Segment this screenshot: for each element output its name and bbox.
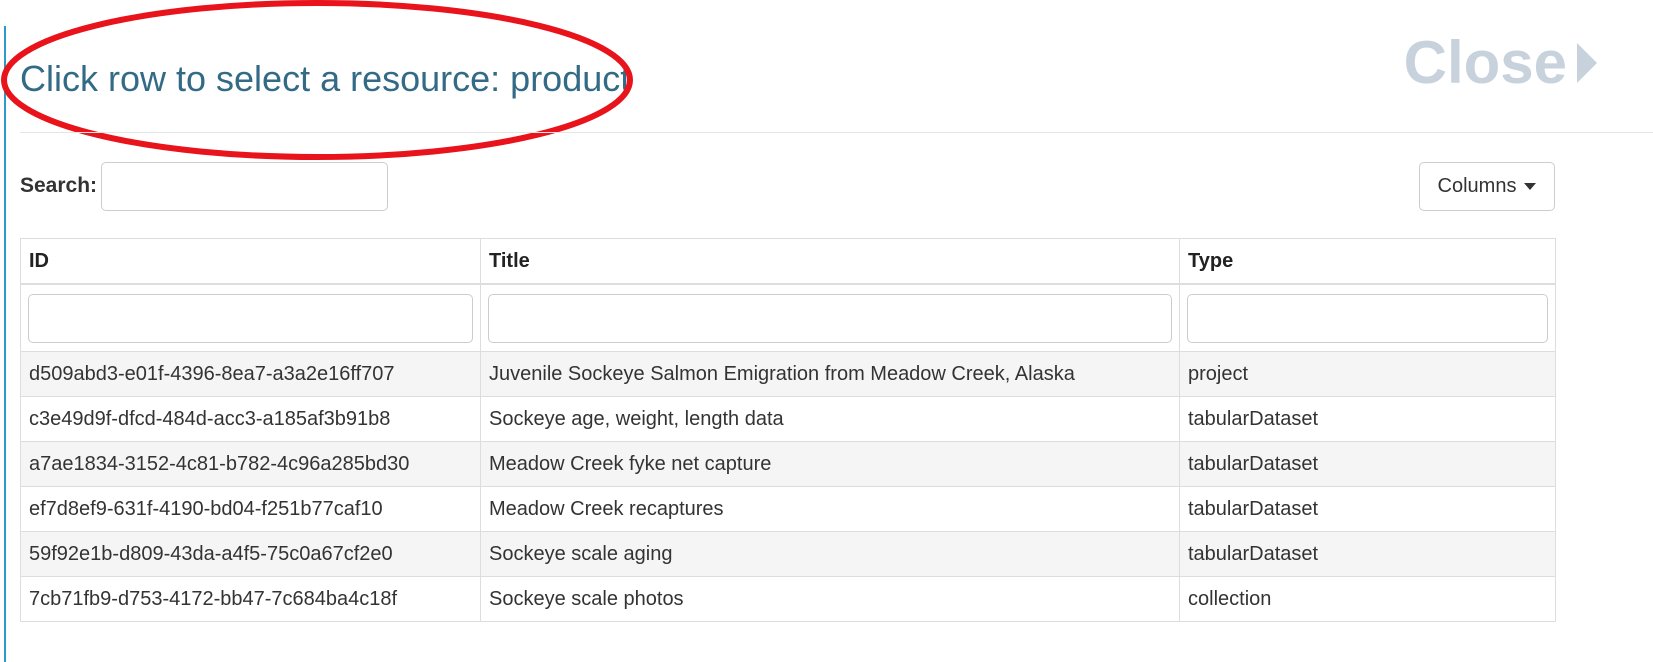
table-row[interactable]: c3e49d9f-dfcd-484d-acc3-a185af3b91b8 Soc… [20,396,1556,442]
filter-input-id[interactable] [28,293,473,343]
row-type-cell: tabularDataset [1179,396,1556,442]
row-type-cell: tabularDataset [1179,531,1556,577]
row-id-cell: d509abd3-e01f-4396-8ea7-a3a2e16ff707 [20,351,481,397]
row-id-cell: c3e49d9f-dfcd-484d-acc3-a185af3b91b8 [20,396,481,442]
filter-cell-id [20,283,481,352]
search-input[interactable] [101,162,388,211]
filter-input-title[interactable] [488,293,1172,343]
table-row[interactable]: 59f92e1b-d809-43da-a4f5-75c0a67cf2e0 Soc… [20,531,1556,577]
column-header-type[interactable]: Type [1179,238,1556,285]
row-type-cell: project [1179,351,1556,397]
table-filter-row [20,283,1556,352]
columns-button[interactable]: Columns [1419,162,1555,211]
row-title-cell: Sockeye scale aging [480,531,1180,577]
table-row[interactable]: d509abd3-e01f-4396-8ea7-a3a2e16ff707 Juv… [20,351,1556,397]
search-label: Search: [20,174,98,197]
row-id-cell: 59f92e1b-d809-43da-a4f5-75c0a67cf2e0 [20,531,481,577]
row-type-cell: collection [1179,576,1556,622]
caret-down-icon [1524,183,1537,190]
row-id-cell: 7cb71fb9-d753-4172-bb47-7c684ba4c18f [20,576,481,622]
row-title-cell: Sockeye age, weight, length data [480,396,1180,442]
row-title-cell: Meadow Creek fyke net capture [480,441,1180,487]
row-type-cell: tabularDataset [1179,486,1556,532]
resource-picker-modal: Click row to select a resource: product … [0,0,1653,662]
filter-cell-type [1179,283,1556,352]
filter-input-type[interactable] [1187,293,1548,343]
close-button[interactable]: Close [1404,28,1597,97]
filter-cell-title [480,283,1180,352]
row-title-cell: Meadow Creek recaptures [480,486,1180,532]
resource-table: ID Title Type d509abd3-e01f-4396-8ea7-a3… [20,238,1556,622]
modal-title: Click row to select a resource: product [20,58,631,99]
column-header-id[interactable]: ID [20,238,481,285]
table-header-row: ID Title Type [20,238,1556,285]
table-row[interactable]: 7cb71fb9-d753-4172-bb47-7c684ba4c18f Soc… [20,576,1556,622]
row-title-cell: Juvenile Sockeye Salmon Emigration from … [480,351,1180,397]
caret-right-icon [1577,42,1597,83]
table-row[interactable]: a7ae1834-3152-4c81-b782-4c96a285bd30 Mea… [20,441,1556,487]
row-type-cell: tabularDataset [1179,441,1556,487]
columns-button-label: Columns [1437,175,1517,197]
left-border-rule [4,26,6,662]
column-header-title[interactable]: Title [480,238,1180,285]
row-id-cell: a7ae1834-3152-4c81-b782-4c96a285bd30 [20,441,481,487]
row-id-cell: ef7d8ef9-631f-4190-bd04-f251b77caf10 [20,486,481,532]
row-title-cell: Sockeye scale photos [480,576,1180,622]
table-row[interactable]: ef7d8ef9-631f-4190-bd04-f251b77caf10 Mea… [20,486,1556,532]
header-divider [20,132,1653,133]
close-button-label: Close [1403,29,1567,96]
